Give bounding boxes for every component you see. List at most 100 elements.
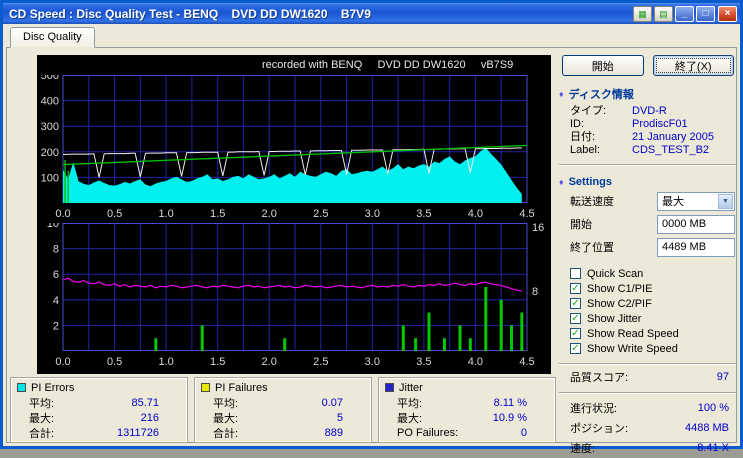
stat-label: 平均: xyxy=(29,397,55,410)
jitter-chart: 2 4 6 8 10 8 16 0.0 0.5 1.0 1.5 2.0 2.5 3.0 3.5 4.0 4.5 xyxy=(47,223,544,368)
titlebar[interactable]: CD Speed : Disc Quality Test - BENQ DVD … xyxy=(3,3,740,24)
checkbox-label: Show C2/PIF xyxy=(587,297,652,310)
separator xyxy=(559,392,736,394)
disc-info-row: Label: CDS_TEST_B2 xyxy=(557,144,738,157)
checkbox-box[interactable]: ✓ xyxy=(570,328,581,339)
stat-value: 8.11 % xyxy=(493,396,527,409)
chart-panel: recorded with BENQ DVD DD DW1620 vB7S9 1… xyxy=(37,55,551,374)
start-button[interactable]: 開始 xyxy=(562,55,644,76)
svg-text:10: 10 xyxy=(47,223,59,230)
disc-quality-page: recorded with BENQ DVD DD DW1620 vB7S9 1… xyxy=(6,47,738,455)
stat-value: 889 xyxy=(324,426,343,439)
minimize-button[interactable]: _ xyxy=(675,5,694,22)
window-controls: ▦ ▤ _ □ × xyxy=(633,5,737,22)
close-button[interactable]: × xyxy=(718,5,737,22)
disc-info-row: タイプ: DVD-R xyxy=(557,105,738,118)
start-position-label: 開始 xyxy=(570,219,592,231)
quality-score-label: 品質スコア: xyxy=(570,372,629,384)
minimize-icon: _ xyxy=(681,8,688,19)
svg-text:2: 2 xyxy=(53,320,59,332)
settings-checkboxes: Quick Scan ✓ Show C1/PIE ✓ Show C2/PIF ✓ Show … xyxy=(570,266,738,356)
svg-text:16: 16 xyxy=(532,223,544,234)
settings-header: ♦ Settings xyxy=(559,176,738,188)
svg-text:1.5: 1.5 xyxy=(210,208,225,220)
stat-panel-header: PI Failures xyxy=(201,380,367,395)
checkbox-show-read-speed[interactable]: ✓ Show Read Speed xyxy=(570,326,738,341)
stat-value: 85.71 xyxy=(131,396,159,409)
progress-value: 100 % xyxy=(697,402,729,414)
svg-text:100: 100 xyxy=(41,172,59,184)
diamond-icon: ♦ xyxy=(559,177,564,187)
stat-value: 0.07 xyxy=(321,396,343,409)
checkbox-label: Show Read Speed xyxy=(587,327,679,340)
stat-panel-title: Jitter xyxy=(399,381,423,394)
end-position-row: 終了位置 4489 MB xyxy=(570,237,735,257)
maximize-icon: □ xyxy=(702,8,709,19)
maximize-button[interactable]: □ xyxy=(696,5,715,22)
transfer-speed-label: 転送速度 xyxy=(570,196,614,208)
checkbox-box[interactable]: ✓ xyxy=(570,343,581,354)
action-buttons: 開始 終了(X) xyxy=(562,55,734,76)
stat-row: 平均: 0.07 xyxy=(201,395,367,410)
svg-text:0.0: 0.0 xyxy=(55,356,70,368)
tab-strip: Disc Quality xyxy=(3,24,740,48)
svg-text:8: 8 xyxy=(53,244,59,256)
checkbox-show-c1-pie[interactable]: ✓ Show C1/PIE xyxy=(570,281,738,296)
checkbox-box[interactable]: ✓ xyxy=(570,298,581,309)
stat-label: 平均: xyxy=(397,397,423,410)
progress-row: ポジション: 4488 MB xyxy=(557,418,738,438)
svg-text:200: 200 xyxy=(41,147,59,159)
separator xyxy=(559,363,736,365)
transfer-speed-value: 最大 xyxy=(662,196,684,208)
pi-errors-chart: 100 200 300 400 500 0.0 0.5 1.0 1.5 2.0 2.5 3.0 3.5 4… xyxy=(41,75,535,220)
svg-text:300: 300 xyxy=(41,121,59,133)
progress-row: 進行状況: 100 % xyxy=(557,398,738,418)
close-icon: × xyxy=(724,8,731,19)
end-position-label: 終了位置 xyxy=(570,242,614,254)
svg-text:4: 4 xyxy=(53,295,59,307)
svg-text:1.5: 1.5 xyxy=(210,356,225,368)
start-position-input[interactable]: 0000 MB xyxy=(657,214,735,234)
checkbox-box[interactable]: ✓ xyxy=(570,313,581,324)
checkbox-show-write-speed[interactable]: ✓ Show Write Speed xyxy=(570,341,738,356)
checkbox-label: Show Jitter xyxy=(587,312,642,325)
checkbox-quick-scan[interactable]: Quick Scan xyxy=(570,266,738,281)
diamond-icon: ♦ xyxy=(559,89,564,99)
checkbox-show-c2-pif[interactable]: ✓ Show C2/PIF xyxy=(570,296,738,311)
transfer-speed-row: 転送速度 最大 ▼ xyxy=(570,191,735,211)
stat-value: 216 xyxy=(140,411,159,424)
end-position-input[interactable]: 4489 MB xyxy=(657,237,735,257)
progress-list: 進行状況: 100 % ポジション: 4488 MB 速度: 8.41 X xyxy=(557,398,738,458)
svg-text:0.0: 0.0 xyxy=(55,208,70,220)
tab-disc-quality[interactable]: Disc Quality xyxy=(10,27,95,48)
info-label: ID: xyxy=(570,118,585,130)
stat-row: 合計: 889 xyxy=(201,425,367,440)
svg-text:4.0: 4.0 xyxy=(468,356,483,368)
checkbox-label: Show Write Speed xyxy=(587,342,678,355)
graph-tool-button-1[interactable]: ▦ xyxy=(633,5,652,22)
svg-text:2.5: 2.5 xyxy=(313,208,328,220)
stat-row: 平均: 85.71 xyxy=(17,395,183,410)
checkbox-box[interactable] xyxy=(570,268,581,279)
stat-value: 5 xyxy=(336,411,343,424)
graph-tool-button-2[interactable]: ▤ xyxy=(654,5,673,22)
stat-label: 最大: xyxy=(397,412,423,425)
stat-row: PO Failures: 0 xyxy=(385,425,551,440)
stat-panel-pi-failures: PI Failures 平均: 0.07 最大: 5 合計: 889 xyxy=(194,377,372,443)
info-value: 21 January 2005 xyxy=(632,131,714,143)
svg-text:1.0: 1.0 xyxy=(158,356,173,368)
checkbox-label: Quick Scan xyxy=(587,267,644,280)
stat-label: 合計: xyxy=(213,427,239,440)
svg-text:4.0: 4.0 xyxy=(468,208,483,220)
exit-button[interactable]: 終了(X) xyxy=(652,55,734,76)
transfer-speed-select[interactable]: 最大 ▼ xyxy=(657,191,735,211)
svg-text:2.0: 2.0 xyxy=(262,356,277,368)
progress-label: 進行状況: xyxy=(570,403,618,415)
settings-title: Settings xyxy=(568,176,612,188)
disc-info-title: ディスク情報 xyxy=(568,89,634,101)
checkbox-show-jitter[interactable]: ✓ Show Jitter xyxy=(570,311,738,326)
stat-panel-header: Jitter xyxy=(385,380,551,395)
checkbox-box[interactable]: ✓ xyxy=(570,283,581,294)
chevron-down-icon[interactable]: ▼ xyxy=(718,193,733,209)
info-value: CDS_TEST_B2 xyxy=(632,144,710,156)
